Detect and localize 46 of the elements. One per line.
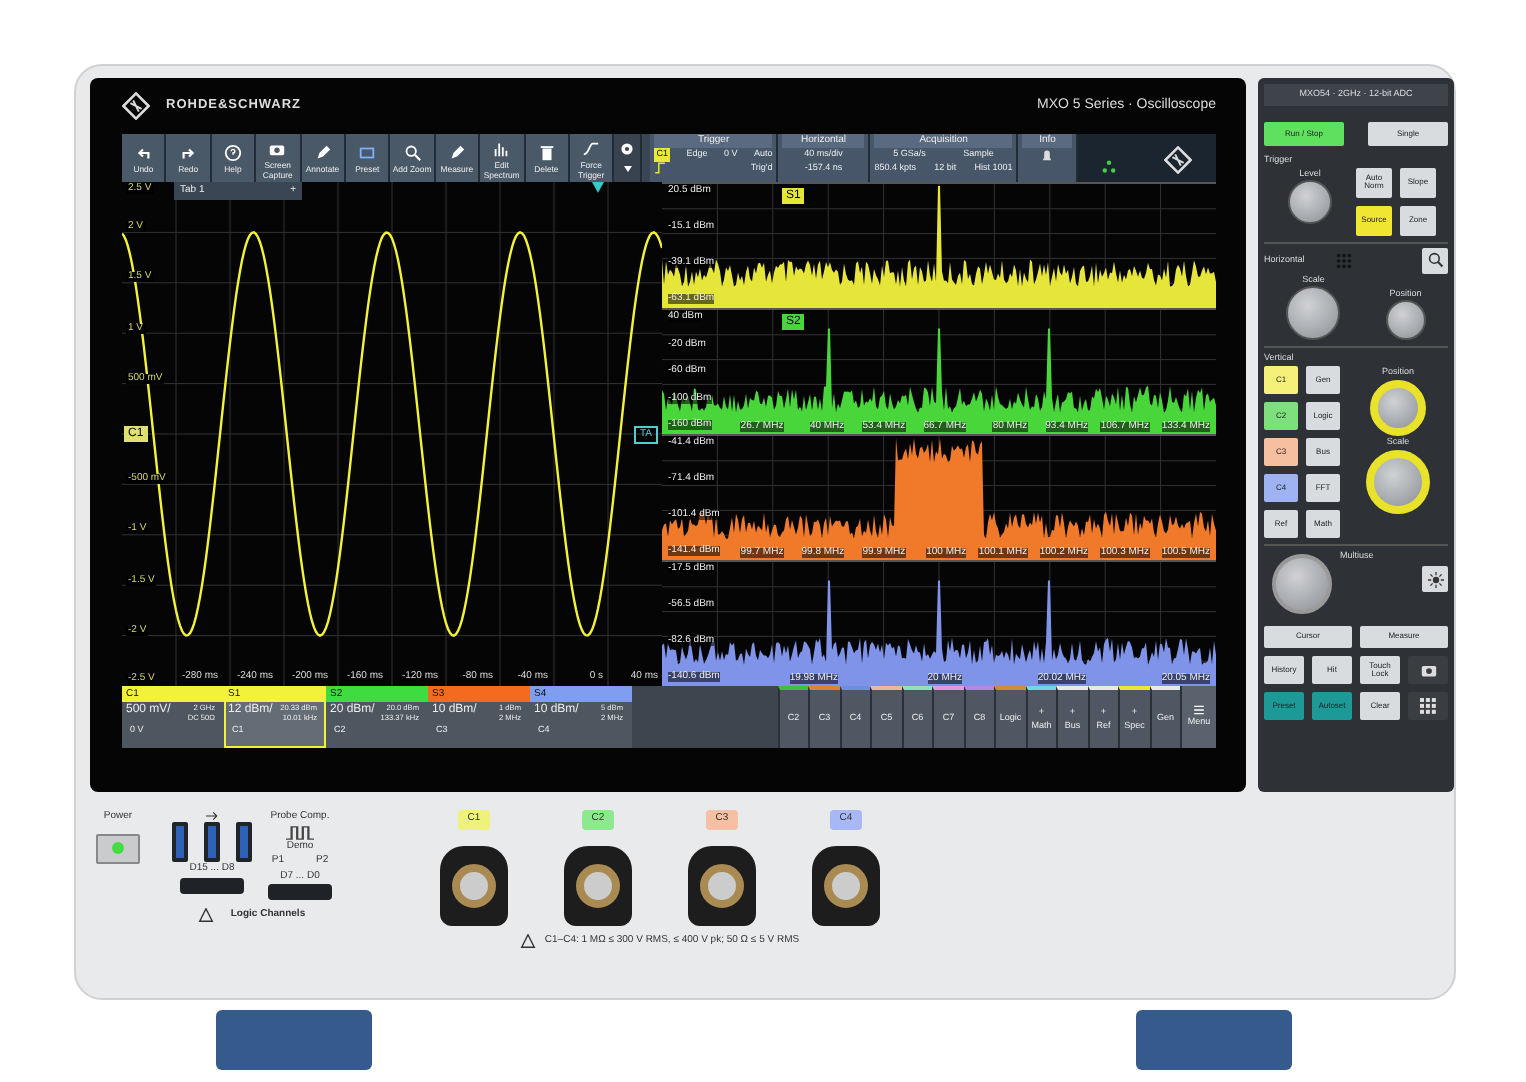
bar-graph-icon [492, 140, 511, 159]
apps-button[interactable] [1408, 692, 1448, 720]
bnc-connector [564, 845, 632, 925]
bnc-connector [812, 845, 880, 925]
waveform-icon [582, 140, 601, 159]
redo-icon [179, 144, 198, 163]
network-icon [1102, 160, 1117, 174]
warning-icon [198, 908, 215, 923]
power-button[interactable] [96, 833, 140, 863]
usb-port [172, 822, 188, 862]
caret-icon [621, 164, 634, 174]
bnc-connector [688, 845, 756, 925]
pen-icon [313, 144, 332, 163]
help-icon [223, 144, 242, 163]
position-knob[interactable] [1385, 300, 1426, 341]
usb-port [204, 822, 220, 862]
trash-icon [537, 144, 556, 163]
grid-icon [1420, 698, 1436, 714]
logic-connector [180, 877, 244, 893]
bnc-connector [440, 845, 508, 925]
pen-icon [447, 144, 466, 163]
camera-icon [1419, 662, 1437, 678]
settings-icon [620, 142, 635, 156]
warning-icon [520, 933, 537, 948]
multiuse-knob[interactable] [1272, 554, 1332, 614]
logo-icon [1164, 146, 1193, 174]
undo-icon [134, 144, 153, 163]
level-knob[interactable] [1288, 180, 1332, 225]
rectangle-icon [358, 144, 377, 163]
camera-icon [268, 140, 287, 159]
brightness-button[interactable] [1422, 566, 1448, 592]
probe-comp-icon [286, 825, 314, 839]
edge-icon [654, 162, 667, 175]
power-led [112, 842, 124, 854]
magnifier-icon [403, 144, 422, 163]
sun-icon [1427, 571, 1443, 587]
usb-port [236, 822, 252, 862]
bell-icon [1040, 148, 1055, 164]
scale-knob[interactable] [1286, 286, 1341, 341]
menu-icon [1192, 704, 1206, 717]
zoom-button[interactable] [1422, 247, 1448, 273]
logo-icon [122, 92, 150, 120]
camera-button[interactable] [1408, 656, 1448, 684]
speaker-grille-icon [1332, 251, 1357, 269]
logic-connector [268, 884, 332, 900]
zoom-icon [1427, 252, 1443, 268]
